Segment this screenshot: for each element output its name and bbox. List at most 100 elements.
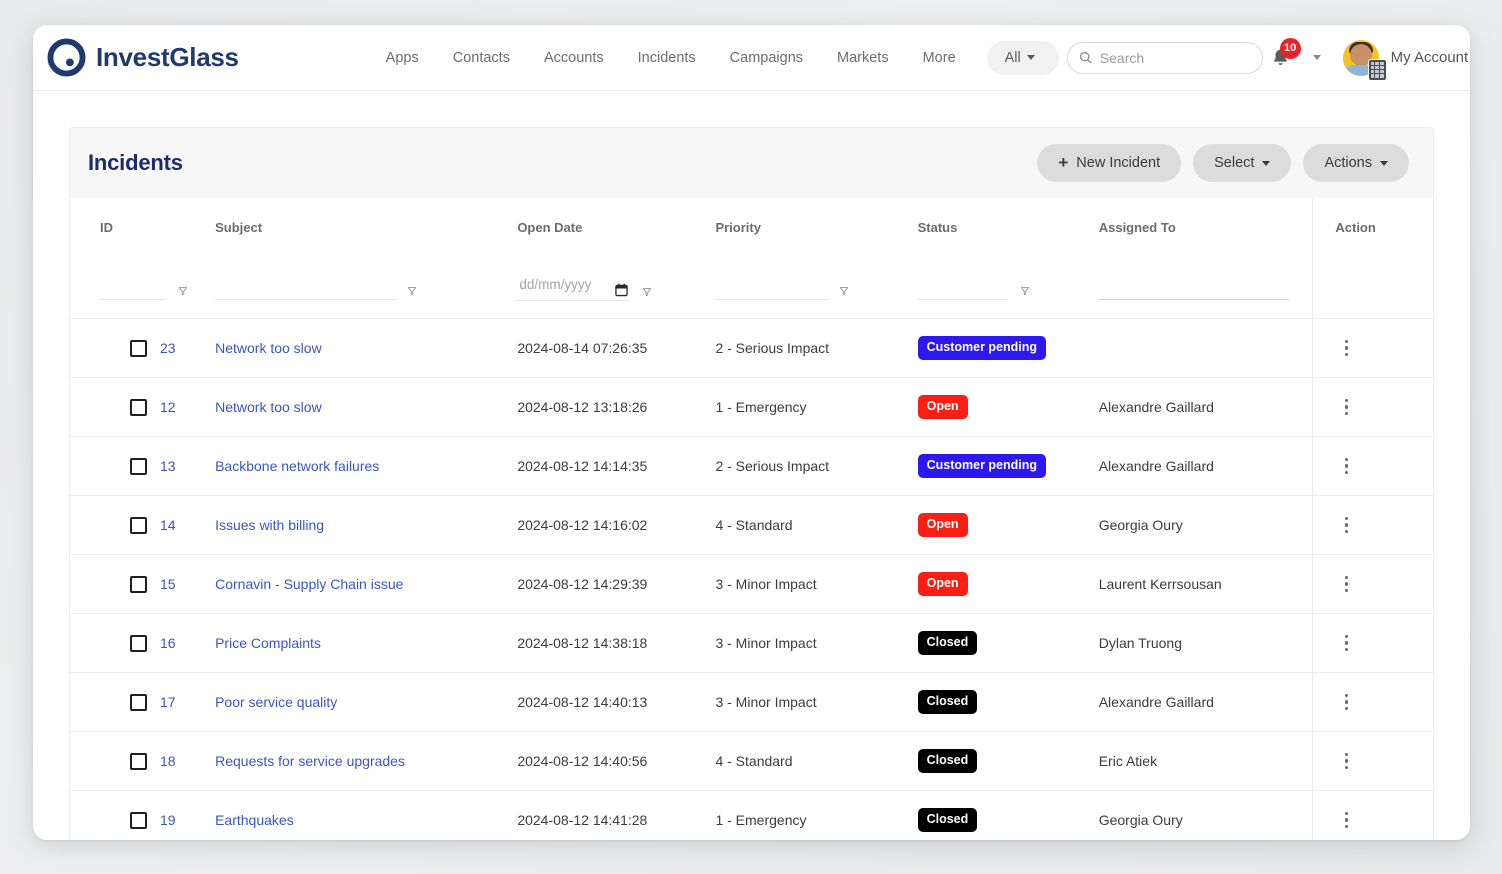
incident-id-link[interactable]: 19 (160, 812, 176, 828)
filter-icon-id[interactable] (176, 286, 190, 300)
notifications-button[interactable]: 10 (1263, 40, 1299, 76)
filter-input-open-date[interactable] (517, 272, 605, 298)
row-actions-menu-icon[interactable] (1335, 749, 1357, 773)
table-row[interactable]: 18 Requests for service upgrades 2024-08-1… (70, 732, 1433, 791)
status-badge: Open (918, 395, 968, 418)
table-row[interactable]: 12Network too slow2024-08-12 13:18:261 -… (70, 378, 1433, 437)
cell-open-date: 2024-08-12 14:40:56 (517, 732, 715, 791)
incident-id-link[interactable]: 16 (160, 635, 176, 651)
row-actions-menu-icon[interactable] (1335, 454, 1357, 478)
filter-input-priority[interactable] (715, 274, 827, 300)
incident-id-link[interactable]: 15 (160, 576, 176, 592)
row-actions-menu-icon[interactable] (1335, 808, 1357, 832)
row-checkbox[interactable] (130, 635, 147, 652)
filter-icon-subject[interactable] (405, 286, 419, 300)
row-checkbox[interactable] (130, 812, 147, 829)
table-row[interactable]: 23Network too slow2024-08-14 07:26:352 -… (70, 319, 1433, 378)
status-badge: Closed (918, 690, 978, 713)
incident-subject-link[interactable]: Network too slow (215, 399, 322, 415)
cell-subject: Issues with billing (215, 496, 517, 555)
filter-input-subject[interactable] (215, 274, 395, 300)
row-checkbox[interactable] (130, 753, 147, 770)
incident-id-link[interactable]: 13 (160, 458, 176, 474)
filter-input-status[interactable] (918, 274, 1008, 300)
row-checkbox[interactable] (130, 458, 147, 475)
search-icon (1079, 50, 1092, 65)
cell-status: Closed (918, 673, 1099, 732)
incident-subject-link[interactable]: Issues with billing (215, 517, 324, 533)
cell-open-date: 2024-08-12 14:29:39 (517, 555, 715, 614)
filter-cell-priority (715, 255, 917, 319)
incident-id-link[interactable]: 14 (160, 517, 176, 533)
table-header-row: ID Subject Open Date Priority Status Ass… (70, 198, 1433, 255)
row-checkbox[interactable] (130, 340, 147, 357)
calendar-picker-button[interactable] (615, 283, 630, 298)
filter-input-id[interactable] (100, 274, 166, 300)
notifications-dropdown-toggle[interactable] (1301, 55, 1335, 60)
row-actions-menu-icon[interactable] (1335, 395, 1357, 419)
incident-subject-link[interactable]: Earthquakes (215, 812, 294, 828)
row-actions-menu-icon[interactable] (1335, 631, 1357, 655)
row-actions-menu-icon[interactable] (1335, 513, 1357, 537)
row-actions-menu-icon[interactable] (1335, 572, 1357, 596)
nav-item-incidents[interactable]: Incidents (621, 42, 713, 74)
incident-subject-link[interactable]: Requests for service upgrades (215, 753, 405, 769)
nav-item-contacts[interactable]: Contacts (436, 42, 527, 74)
incident-subject-link[interactable]: Backbone network failures (215, 458, 379, 474)
filter-icon-priority[interactable] (837, 286, 851, 300)
investglass-logo-icon (47, 38, 86, 77)
incident-id-link[interactable]: 23 (160, 340, 176, 356)
table-row[interactable]: 19Earthquakes2024-08-12 14:41:281 - Emer… (70, 791, 1433, 841)
row-checkbox[interactable] (130, 576, 147, 593)
panel-header: Incidents + New Incident Select Actions (70, 128, 1433, 198)
nav-item-campaigns[interactable]: Campaigns (713, 42, 820, 74)
incident-id-link[interactable]: 18 (160, 753, 176, 769)
incident-subject-link[interactable]: Poor service quality (215, 694, 337, 710)
avatar[interactable] (1343, 40, 1379, 76)
cell-priority: 3 - Minor Impact (715, 555, 917, 614)
search-input[interactable] (1100, 50, 1250, 66)
row-checkbox[interactable] (130, 694, 147, 711)
incident-subject-link[interactable]: Cornavin - Supply Chain issue (215, 576, 403, 592)
incident-id-link[interactable]: 17 (160, 694, 176, 710)
filter-icon-status[interactable] (1018, 286, 1032, 300)
table-row[interactable]: 13Backbone network failures2024-08-12 14… (70, 437, 1433, 496)
table-row[interactable]: 14Issues with billing2024-08-12 14:16:02… (70, 496, 1433, 555)
search-scope-dropdown[interactable]: All (987, 41, 1059, 75)
cell-id: 23 (70, 319, 215, 378)
row-checkbox[interactable] (130, 517, 147, 534)
account-menu[interactable]: My Account (1391, 49, 1470, 66)
cell-id: 16 (70, 614, 215, 673)
nav-item-apps[interactable]: Apps (369, 42, 436, 74)
filter-icon-open-date[interactable] (640, 287, 654, 301)
incident-subject-link[interactable]: Price Complaints (215, 635, 321, 651)
row-checkbox[interactable] (130, 399, 147, 416)
cell-priority: 1 - Emergency (715, 791, 917, 841)
brand-logo[interactable]: InvestGlass (47, 38, 239, 77)
cell-status: Customer pending (918, 437, 1099, 496)
table-row[interactable]: 15 Cornavin - Supply Chain issue 2024-08-1… (70, 555, 1433, 614)
table-head: ID Subject Open Date Priority Status Ass… (70, 198, 1433, 319)
search-area: All (987, 41, 1263, 75)
select-dropdown-button[interactable]: Select (1193, 144, 1291, 182)
cell-priority: 4 - Standard (715, 496, 917, 555)
table-row[interactable]: 16Price Complaints2024-08-12 14:38:183 -… (70, 614, 1433, 673)
cell-subject: Price Complaints (215, 614, 517, 673)
account-menu-label: My Account (1391, 49, 1469, 66)
calculator-badge-icon (1368, 59, 1387, 81)
actions-dropdown-button[interactable]: Actions (1303, 144, 1409, 182)
new-incident-button[interactable]: + New Incident (1037, 144, 1181, 182)
incident-id-link[interactable]: 12 (160, 399, 176, 415)
table-row[interactable]: 17Poor service quality2024-08-12 14:40:1… (70, 673, 1433, 732)
cell-id: 15 (70, 555, 215, 614)
filter-date-field[interactable] (517, 272, 630, 301)
nav-item-accounts[interactable]: Accounts (527, 42, 621, 74)
nav-item-markets[interactable]: Markets (820, 42, 906, 74)
filter-input-assigned-to[interactable] (1099, 274, 1289, 300)
search-box[interactable] (1067, 42, 1263, 74)
row-actions-menu-icon[interactable] (1335, 690, 1357, 714)
cell-subject: Poor service quality (215, 673, 517, 732)
row-actions-menu-icon[interactable] (1335, 336, 1357, 360)
incident-subject-link[interactable]: Network too slow (215, 340, 322, 356)
nav-item-more[interactable]: More (906, 42, 973, 74)
